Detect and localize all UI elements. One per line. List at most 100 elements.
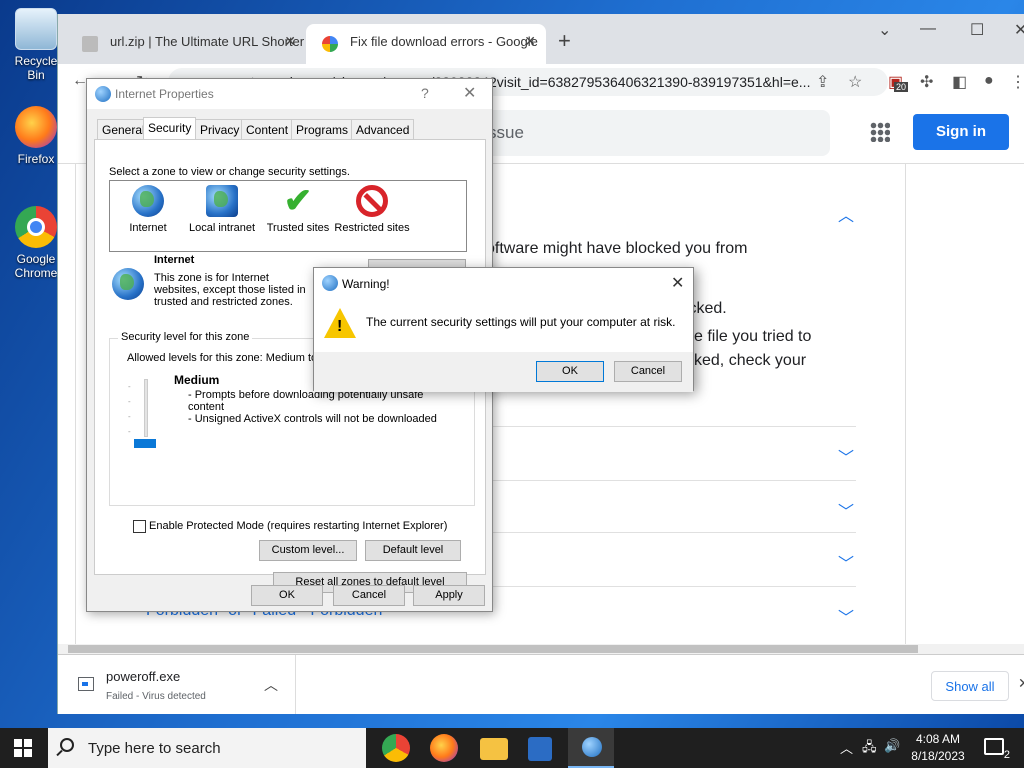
tab-advanced[interactable]: Advanced	[351, 119, 415, 139]
taskbar-search-input[interactable]: Type here to search	[48, 728, 366, 768]
zone-description: This zone is for Internet websites, exce…	[154, 272, 306, 308]
close-icon[interactable]: ✕	[671, 273, 684, 293]
globe-icon	[112, 268, 144, 300]
scrollbar-thumb[interactable]	[68, 645, 918, 653]
warning-cancel-button[interactable]: Cancel	[614, 361, 682, 382]
article-line: e file you tried to	[694, 328, 812, 345]
apply-button[interactable]: Apply	[413, 585, 485, 606]
tab-url-zip[interactable]: url.zip | The Ultimate URL Shorter ✕	[66, 24, 306, 64]
tab-programs[interactable]: Programs	[291, 119, 354, 139]
microsoft-store-icon[interactable]	[528, 737, 552, 761]
search-placeholder: Type here to search	[88, 740, 221, 757]
internet-options-taskbar-button[interactable]	[568, 728, 614, 768]
tab-search-chevron-icon[interactable]: ⌄	[878, 20, 891, 40]
tab-general[interactable]: General	[97, 119, 150, 139]
tab-security[interactable]: Security	[143, 117, 197, 140]
close-download-bar-icon[interactable]: ✕	[1018, 675, 1024, 692]
cancel-button[interactable]: Cancel	[333, 585, 405, 606]
minimize-icon[interactable]: —	[920, 20, 936, 38]
notification-center-icon[interactable]: 2	[984, 738, 1010, 761]
tab-strip: url.zip | The Ultimate URL Shorter ✕ Fix…	[58, 14, 1024, 64]
expand-chevron-icon[interactable]: ﹀	[838, 444, 854, 468]
side-panel-icon[interactable]: ◧	[952, 72, 967, 92]
profile-avatar-icon[interactable]: ●	[984, 72, 994, 90]
chrome-icon	[15, 206, 57, 248]
system-clock[interactable]: 4:08 AM 8/18/2023	[908, 731, 968, 765]
maximize-icon[interactable]: ☐	[970, 20, 984, 40]
close-tab-icon[interactable]: ✕	[524, 33, 536, 50]
internet-options-icon	[322, 275, 338, 291]
zone-label: Trusted sites	[266, 222, 330, 234]
download-status: Failed - Virus detected	[106, 691, 206, 702]
zone-local-intranet[interactable]: Local intranet	[184, 185, 260, 235]
download-item[interactable]: poweroff.exe Failed - Virus detected ︿	[58, 655, 296, 714]
show-all-button[interactable]: Show all	[931, 671, 1009, 701]
new-tab-icon[interactable]: +	[558, 28, 571, 54]
network-icon[interactable]: 🖧	[862, 738, 877, 760]
expand-chevron-icon[interactable]: ﹀	[838, 498, 854, 522]
dialog-title: Internet Properties	[115, 87, 214, 101]
close-tab-icon[interactable]: ✕	[284, 33, 296, 50]
zone-label: Local intranet	[188, 222, 256, 234]
article-line: ked, check your	[694, 352, 807, 369]
url-zip-favicon-icon	[82, 36, 98, 52]
internet-options-icon	[95, 86, 111, 102]
help-icon[interactable]: ?	[421, 85, 429, 101]
taskbar: Type here to search ︿ 🖧 🔊 4:08 AM 8/18/2…	[0, 728, 1024, 768]
help-search-text: ssue	[488, 123, 524, 142]
zone-trusted-sites[interactable]: ✔ Trusted sites	[260, 182, 336, 235]
horizontal-scrollbar[interactable]	[58, 644, 1024, 654]
custom-level-button[interactable]: Custom level...	[259, 540, 357, 561]
level-detail-line: - Prompts before downloading potentially…	[188, 389, 424, 413]
chevron-up-icon[interactable]: ︿	[264, 675, 278, 695]
ok-button[interactable]: OK	[251, 585, 323, 606]
bookmark-star-icon[interactable]: ☆	[848, 72, 862, 92]
close-icon[interactable]: ✕	[463, 83, 476, 103]
extensions-puzzle-icon[interactable]: ✣	[920, 72, 933, 92]
show-hidden-icons-icon[interactable]: ︿	[840, 738, 853, 757]
menu-icon[interactable]: ⋮	[1010, 72, 1024, 92]
exclamation-icon: !	[337, 318, 343, 335]
collapse-chevron-icon[interactable]: ︿	[838, 202, 854, 226]
extension-badge: 20	[894, 82, 909, 92]
volume-icon[interactable]: 🔊	[884, 738, 900, 754]
tab-content[interactable]: Content	[241, 119, 294, 139]
expand-chevron-icon[interactable]: ﹀	[838, 604, 854, 628]
warning-ok-button[interactable]: OK	[536, 361, 604, 382]
apps-grid-icon[interactable]	[870, 122, 890, 142]
warning-message: The current security settings will put y…	[366, 315, 676, 329]
desktop-icon-label: Firefox	[17, 152, 55, 166]
clock-date: 8/18/2023	[911, 749, 965, 763]
desktop-icon-label: Google Chrome	[14, 252, 58, 280]
tab-title: url.zip | The Ultimate URL Shorter	[110, 34, 305, 49]
google-favicon-icon	[322, 36, 338, 52]
download-bar: poweroff.exe Failed - Virus detected ︿ S…	[58, 654, 1024, 714]
file-explorer-icon[interactable]	[480, 738, 508, 760]
protected-mode-label: Enable Protected Mode (requires restarti…	[149, 520, 448, 532]
zone-internet[interactable]: Internet	[110, 185, 186, 235]
windows-start-icon[interactable]	[14, 739, 32, 757]
help-search-input[interactable]: ssue	[458, 110, 830, 156]
protected-mode-checkbox[interactable]	[133, 520, 146, 533]
security-slider-thumb[interactable]	[134, 439, 156, 448]
expand-chevron-icon[interactable]: ﹀	[838, 550, 854, 574]
zone-heading: Internet	[154, 254, 195, 266]
internet-options-icon	[582, 737, 602, 757]
firefox-icon	[15, 106, 57, 148]
zone-label: Internet	[129, 222, 167, 234]
security-slider[interactable]	[144, 379, 148, 437]
level-detail-line: - Unsigned ActiveX controls will not be …	[188, 413, 437, 425]
desktop-icon-label: Recycle Bin	[14, 54, 58, 82]
chrome-taskbar-icon[interactable]	[382, 734, 410, 762]
tab-privacy[interactable]: Privacy	[195, 119, 245, 139]
zone-restricted-sites[interactable]: Restricted sites	[334, 185, 410, 235]
share-icon[interactable]: ⇪	[816, 72, 829, 92]
firefox-taskbar-icon[interactable]	[430, 734, 458, 762]
dialog-titlebar: Internet Properties ? ✕	[87, 79, 492, 109]
article-line: oftware might have blocked you from	[486, 240, 748, 257]
checkmark-icon: ✔	[283, 182, 313, 220]
close-window-icon[interactable]: ✕	[1014, 20, 1024, 40]
tab-fix-download-errors[interactable]: Fix file download errors - Google ✕	[306, 24, 546, 64]
sign-in-button[interactable]: Sign in	[913, 114, 1009, 150]
default-level-button[interactable]: Default level	[365, 540, 461, 561]
